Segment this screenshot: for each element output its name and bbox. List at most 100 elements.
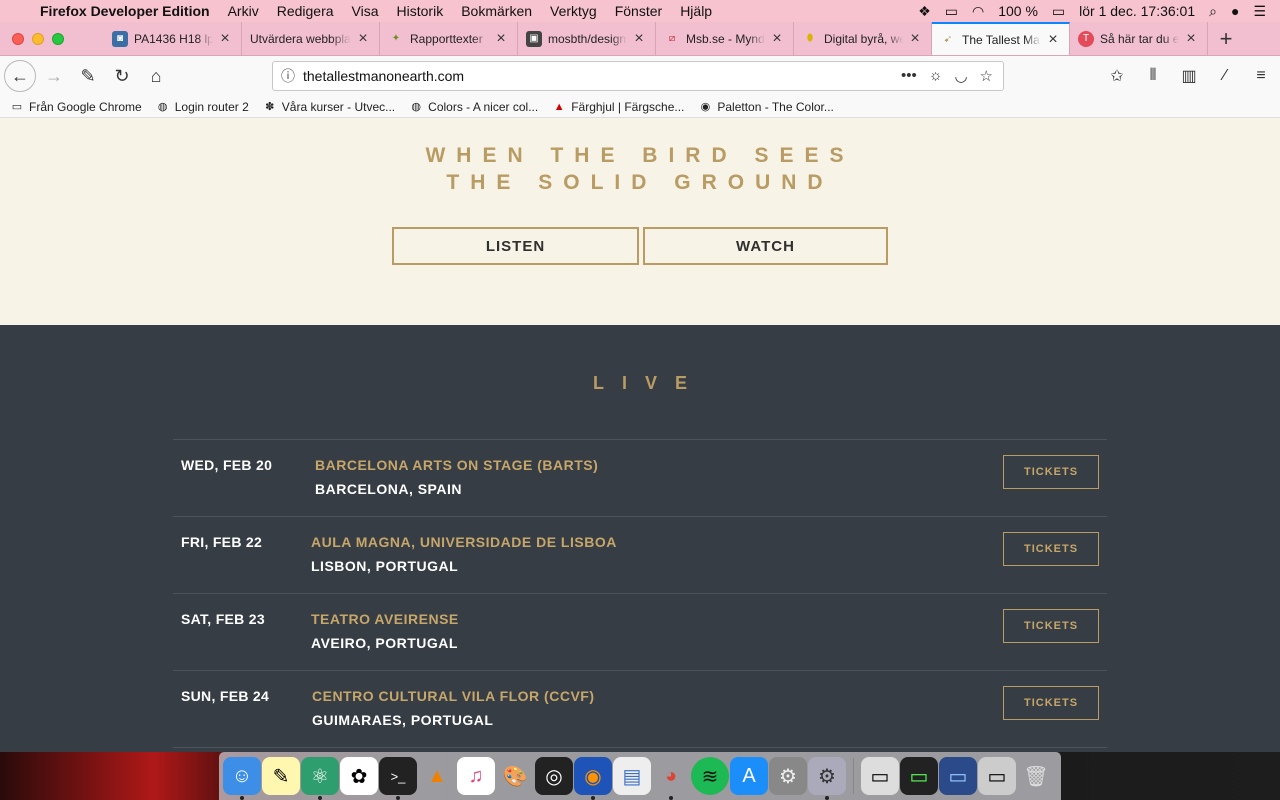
lightbulb-icon[interactable]: ☼ — [929, 67, 943, 85]
obs-icon[interactable]: ◎ — [535, 757, 573, 795]
close-tab-icon[interactable]: × — [907, 30, 923, 48]
close-tab-icon[interactable]: × — [493, 30, 509, 48]
finder-icon[interactable]: ☺ — [223, 757, 261, 800]
photos-icon[interactable]: ✿ — [340, 757, 378, 795]
close-tab-icon[interactable]: × — [1183, 30, 1199, 48]
spotlight-search-icon[interactable]: ⌕ — [1209, 3, 1217, 20]
bookmark-vara-kurser[interactable]: ✽ Våra kurser - Utvec... — [263, 100, 395, 114]
bookmark-farghjul[interactable]: ▲ Färghjul | Färgsche... — [552, 100, 685, 114]
chrome-icon[interactable]: ◕ — [652, 757, 690, 800]
back-arrow-icon[interactable]: ← — [4, 60, 36, 92]
minimized-window-2-icon[interactable]: ▭ — [900, 757, 938, 795]
minimized-window-3-icon[interactable]: ▭ — [939, 757, 977, 795]
reload-icon[interactable]: ↻ — [106, 60, 138, 92]
pocket-icon[interactable]: ◡ — [954, 67, 967, 85]
web-page: WHEN THE BIRD SEES THE SOLID GROUND LIST… — [0, 118, 1280, 752]
bookmark-colors[interactable]: ◍ Colors - A nicer col... — [409, 100, 538, 114]
tab-utvardera[interactable]: Utvärdera webbpla × — [242, 22, 380, 55]
tickets-button[interactable]: TICKETS — [1003, 455, 1099, 489]
notes-icon[interactable]: ✎ — [262, 757, 300, 795]
paintbrush-icon[interactable]: 🎨 — [496, 757, 534, 795]
tab-pa1436[interactable]: ◙ PA1436 H18 lp × — [104, 22, 242, 55]
tickets-button[interactable]: TICKETS — [1003, 686, 1099, 720]
siri-icon[interactable]: ● — [1231, 3, 1239, 19]
minimize-window-button[interactable] — [32, 32, 44, 45]
battery-percent[interactable]: 100 % — [998, 3, 1038, 19]
hamburger-menu-icon[interactable]: ≡ — [1248, 60, 1274, 92]
forward-arrow-icon[interactable]: → — [38, 60, 70, 92]
bookmark-paletton[interactable]: ◉ Paletton - The Color... — [698, 100, 834, 114]
trash-icon[interactable]: 🗑 — [1017, 757, 1055, 795]
bookmark-star-icon[interactable]: ☆ — [980, 67, 993, 85]
vlc-icon[interactable]: ▲ — [418, 757, 456, 795]
tab-msb[interactable]: ⧄ Msb.se - Myndi × — [656, 22, 794, 55]
firefox-developer-icon[interactable]: ◉ — [574, 757, 612, 800]
tab-digital-byra[interactable]: ⬮ Digital byrå, we × — [794, 22, 932, 55]
wifi-icon[interactable]: ◠ — [972, 3, 984, 20]
page-actions-icon[interactable]: ••• — [901, 67, 917, 85]
tickets-button[interactable]: TICKETS — [1003, 532, 1099, 566]
show-venue[interactable]: CENTRO CULTURAL VILA FLOR (CCVF) — [312, 688, 595, 704]
preview-icon[interactable]: ▤ — [613, 757, 651, 795]
spotify-icon[interactable]: ≋ — [691, 757, 729, 795]
close-window-button[interactable] — [12, 32, 24, 45]
menu-fonster[interactable]: Fönster — [615, 3, 662, 19]
airplay-icon[interactable]: ▭ — [945, 3, 958, 20]
atom-icon[interactable]: ⚛ — [301, 757, 339, 800]
menu-verktyg[interactable]: Verktyg — [550, 3, 597, 19]
menu-hjalp[interactable]: Hjälp — [680, 3, 712, 19]
menubar-status-area: ❖ ▭ ◠ 100 % ▭ lör 1 dec. 17:36:01 ⌕ ● ☰ — [918, 3, 1280, 20]
notification-center-icon[interactable]: ☰ — [1253, 3, 1266, 20]
browser-tab-strip: ◙ PA1436 H18 lp × Utvärdera webbpla × ✦ … — [0, 22, 1280, 56]
new-tab-button[interactable]: + — [1208, 22, 1244, 55]
menu-historik[interactable]: Historik — [397, 3, 444, 19]
app-name-menu[interactable]: Firefox Developer Edition — [40, 3, 210, 19]
album-title-line-1: WHEN THE BIRD SEES — [425, 144, 855, 167]
menu-redigera[interactable]: Redigera — [277, 3, 334, 19]
site-info-icon[interactable]: ⓘ — [273, 66, 303, 86]
macos-menu-bar: Firefox Developer Edition Arkiv Redigera… — [0, 0, 1280, 22]
wrench-icon[interactable]: ✎ — [72, 60, 104, 92]
home-icon[interactable]: ⌂ — [140, 60, 172, 92]
close-tab-icon[interactable]: × — [217, 30, 233, 48]
close-tab-icon[interactable]: × — [631, 30, 647, 48]
minimized-window-1-icon[interactable]: ▭ — [861, 757, 899, 795]
msb-favicon-icon: ⧄ — [668, 33, 676, 44]
terminal-icon[interactable]: >_ — [379, 757, 417, 800]
tickets-button[interactable]: TICKETS — [1003, 609, 1099, 643]
close-tab-icon[interactable]: × — [1045, 31, 1061, 49]
watch-button[interactable]: WATCH — [643, 227, 888, 265]
system-preferences-icon[interactable]: ⚙ — [769, 757, 807, 795]
listen-button[interactable]: LISTEN — [392, 227, 639, 265]
menu-visa[interactable]: Visa — [352, 3, 379, 19]
tab-the-tallest-man[interactable]: ➹ The Tallest Ma × — [932, 22, 1070, 55]
menu-bokmarken[interactable]: Bokmärken — [461, 3, 532, 19]
library-icon[interactable]: ⦀ — [1140, 60, 1166, 92]
url-text[interactable]: thetallestmanonearth.com — [303, 68, 901, 84]
bookmark-menu-star-icon[interactable]: ✩ — [1104, 60, 1130, 92]
tour-date-row: FRI, FEB 22 AULA MAGNA, UNIVERSIDADE DE … — [173, 516, 1107, 593]
show-venue[interactable]: TEATRO AVEIRENSE — [311, 611, 459, 627]
menubar-clock[interactable]: lör 1 dec. 17:36:01 — [1079, 3, 1195, 19]
minimized-window-4-icon[interactable]: ▭ — [978, 757, 1016, 795]
close-tab-icon[interactable]: × — [769, 30, 785, 48]
fullscreen-window-button[interactable] — [52, 32, 64, 45]
itunes-icon[interactable]: ♫ — [457, 757, 495, 795]
tab-sa-har-tar-du[interactable]: T Så här tar du e × — [1070, 22, 1208, 55]
bookmark-fran-google-chrome[interactable]: ▭ Från Google Chrome — [10, 100, 142, 114]
tab-label: PA1436 H18 lp — [134, 31, 213, 46]
dropbox-icon[interactable]: ❖ — [918, 3, 931, 20]
utility-gear-icon[interactable]: ⚙ — [808, 757, 846, 800]
battery-icon[interactable]: ▭ — [1052, 3, 1065, 20]
menu-arkiv[interactable]: Arkiv — [228, 3, 259, 19]
bookmark-login-router[interactable]: ◍ Login router 2 — [156, 100, 249, 114]
tab-mosbth-design[interactable]: ▣ mosbth/design × — [518, 22, 656, 55]
show-venue[interactable]: BARCELONA ARTS ON STAGE (BARTS) — [315, 457, 598, 473]
sidebar-icon[interactable]: ▥ — [1176, 60, 1202, 92]
app-store-icon[interactable]: A — [730, 757, 768, 795]
address-bar[interactable]: ⓘ thetallestmanonearth.com ••• ☼ ◡ ☆ — [272, 61, 1004, 91]
close-tab-icon[interactable]: × — [355, 30, 371, 48]
show-venue[interactable]: AULA MAGNA, UNIVERSIDADE DE LISBOA — [311, 534, 617, 550]
eyedropper-icon[interactable]: ⁄ — [1212, 60, 1238, 92]
tab-rapporttexter[interactable]: ✦ Rapporttexter × — [380, 22, 518, 55]
